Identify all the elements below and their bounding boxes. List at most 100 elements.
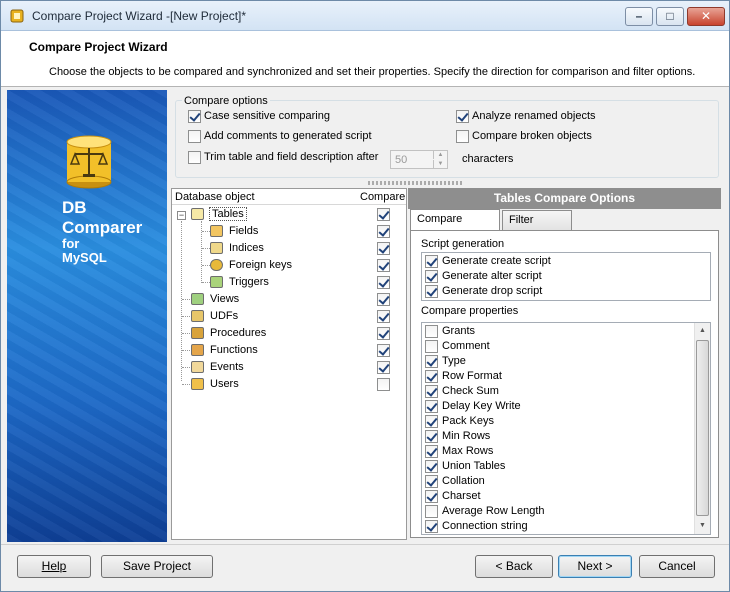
list-item[interactable]: Average Row Length bbox=[425, 504, 695, 519]
tree-item-tables[interactable]: − Tables bbox=[172, 206, 406, 223]
functions-icon bbox=[191, 344, 204, 356]
splitter-handle[interactable] bbox=[368, 181, 464, 185]
trim-description-checkbox[interactable] bbox=[188, 151, 201, 164]
tree-item-triggers[interactable]: Triggers bbox=[172, 274, 406, 291]
comment-checkbox[interactable] bbox=[425, 340, 438, 353]
properties-scrollbar[interactable]: ▲ ▼ bbox=[694, 323, 710, 534]
banner-product-line-2: Comparer bbox=[62, 218, 143, 237]
charset-checkbox[interactable] bbox=[425, 490, 438, 503]
scroll-up-icon[interactable]: ▲ bbox=[695, 323, 710, 339]
script-generation-list: Generate create script Generate alter sc… bbox=[421, 252, 711, 301]
procedures-icon bbox=[191, 327, 204, 339]
tree-item-views[interactable]: Views bbox=[172, 291, 406, 308]
procedures-compare-checkbox[interactable] bbox=[377, 327, 390, 340]
add-comments-label: Add comments to generated script bbox=[204, 130, 372, 142]
indices-compare-checkbox[interactable] bbox=[377, 242, 390, 255]
scroll-down-icon[interactable]: ▼ bbox=[695, 518, 710, 534]
users-compare-checkbox[interactable] bbox=[377, 378, 390, 391]
trim-length-spinner[interactable]: 50 ▲ ▼ bbox=[390, 150, 448, 169]
add-comments-checkbox[interactable] bbox=[188, 130, 201, 143]
events-compare-checkbox[interactable] bbox=[377, 361, 390, 374]
union-tables-checkbox[interactable] bbox=[425, 460, 438, 473]
maximize-button[interactable]: □ bbox=[656, 7, 684, 26]
tree-item-indices[interactable]: Indices bbox=[172, 240, 406, 257]
tree-line bbox=[182, 367, 190, 368]
list-item-label: Generate create script bbox=[442, 255, 551, 267]
triggers-compare-checkbox[interactable] bbox=[377, 276, 390, 289]
list-item[interactable]: Charset bbox=[425, 489, 695, 504]
list-item-label: Delay Key Write bbox=[442, 400, 521, 412]
tree-item-foreign-keys[interactable]: Foreign keys bbox=[172, 257, 406, 274]
minimize-button[interactable]: – bbox=[625, 7, 653, 26]
max-rows-checkbox[interactable] bbox=[425, 445, 438, 458]
analyze-renamed-checkbox[interactable] bbox=[456, 110, 469, 123]
collation-checkbox[interactable] bbox=[425, 475, 438, 488]
case-sensitive-checkbox[interactable] bbox=[188, 110, 201, 123]
compare-properties-label: Compare properties bbox=[421, 305, 519, 317]
tree-item-fields[interactable]: Fields bbox=[172, 223, 406, 240]
back-button[interactable]: < Back bbox=[475, 555, 553, 578]
pack-keys-checkbox[interactable] bbox=[425, 415, 438, 428]
list-item[interactable]: Grants bbox=[425, 324, 695, 339]
tree-item-functions[interactable]: Functions bbox=[172, 342, 406, 359]
tree-item-udfs[interactable]: UDFs bbox=[172, 308, 406, 325]
cancel-button[interactable]: Cancel bbox=[639, 555, 715, 578]
grants-checkbox[interactable] bbox=[425, 325, 438, 338]
list-item-label: Collation bbox=[442, 475, 485, 487]
spin-up-icon[interactable]: ▲ bbox=[433, 151, 447, 159]
tree-column-object[interactable]: Database object bbox=[175, 191, 255, 203]
close-button[interactable]: ✕ bbox=[687, 7, 725, 26]
close-icon: ✕ bbox=[700, 9, 712, 23]
scroll-thumb[interactable] bbox=[696, 340, 709, 516]
average-row-length-checkbox[interactable] bbox=[425, 505, 438, 518]
product-banner: DB Comparer for MySQL bbox=[7, 90, 167, 542]
list-item[interactable]: Union Tables bbox=[425, 459, 695, 474]
tree-line bbox=[182, 333, 190, 334]
check-sum-checkbox[interactable] bbox=[425, 385, 438, 398]
fields-compare-checkbox[interactable] bbox=[377, 225, 390, 238]
list-item[interactable]: Row Format bbox=[425, 369, 695, 384]
foreign-keys-compare-checkbox[interactable] bbox=[377, 259, 390, 272]
tree-line bbox=[202, 282, 210, 283]
tree-column-compare[interactable]: Compare bbox=[360, 191, 405, 203]
min-rows-checkbox[interactable] bbox=[425, 430, 438, 443]
list-item[interactable]: Generate drop script bbox=[425, 284, 695, 299]
compare-broken-checkbox[interactable] bbox=[456, 130, 469, 143]
delay-key-write-checkbox[interactable] bbox=[425, 400, 438, 413]
tree-line bbox=[182, 316, 190, 317]
list-item[interactable]: Delay Key Write bbox=[425, 399, 695, 414]
collapse-icon[interactable]: − bbox=[177, 211, 186, 220]
spin-down-icon[interactable]: ▼ bbox=[433, 160, 447, 168]
tree-item-events[interactable]: Events bbox=[172, 359, 406, 376]
type-checkbox[interactable] bbox=[425, 355, 438, 368]
generate-create-checkbox[interactable] bbox=[425, 255, 438, 268]
tree-line bbox=[202, 231, 210, 232]
list-item[interactable]: Collation bbox=[425, 474, 695, 489]
script-generation-label: Script generation bbox=[421, 238, 505, 250]
list-item[interactable]: Connection string bbox=[425, 519, 695, 534]
list-item[interactable]: Check Sum bbox=[425, 384, 695, 399]
list-item[interactable]: Comment bbox=[425, 339, 695, 354]
list-item[interactable]: Min Rows bbox=[425, 429, 695, 444]
next-button[interactable]: Next > bbox=[558, 555, 632, 578]
row-format-checkbox[interactable] bbox=[425, 370, 438, 383]
list-item[interactable]: Generate create script bbox=[425, 254, 695, 269]
list-item[interactable]: Max Rows bbox=[425, 444, 695, 459]
tree-item-procedures[interactable]: Procedures bbox=[172, 325, 406, 342]
udfs-compare-checkbox[interactable] bbox=[377, 310, 390, 323]
functions-compare-checkbox[interactable] bbox=[377, 344, 390, 357]
tree-item-users[interactable]: Users bbox=[172, 376, 406, 393]
list-item[interactable]: Type bbox=[425, 354, 695, 369]
title-bar: Compare Project Wizard -[New Project]* –… bbox=[1, 1, 729, 31]
tab-filter-options[interactable]: Filter Options bbox=[502, 210, 572, 244]
help-button[interactable]: Help bbox=[17, 555, 91, 578]
connection-string-checkbox[interactable] bbox=[425, 520, 438, 533]
list-item[interactable]: Generate alter script bbox=[425, 269, 695, 284]
save-project-button[interactable]: Save Project bbox=[101, 555, 213, 578]
generate-drop-checkbox[interactable] bbox=[425, 285, 438, 298]
list-item[interactable]: Pack Keys bbox=[425, 414, 695, 429]
generate-alter-checkbox[interactable] bbox=[425, 270, 438, 283]
views-compare-checkbox[interactable] bbox=[377, 293, 390, 306]
tab-compare-options[interactable]: Compare Options bbox=[410, 209, 500, 243]
tables-compare-checkbox[interactable] bbox=[377, 208, 390, 221]
